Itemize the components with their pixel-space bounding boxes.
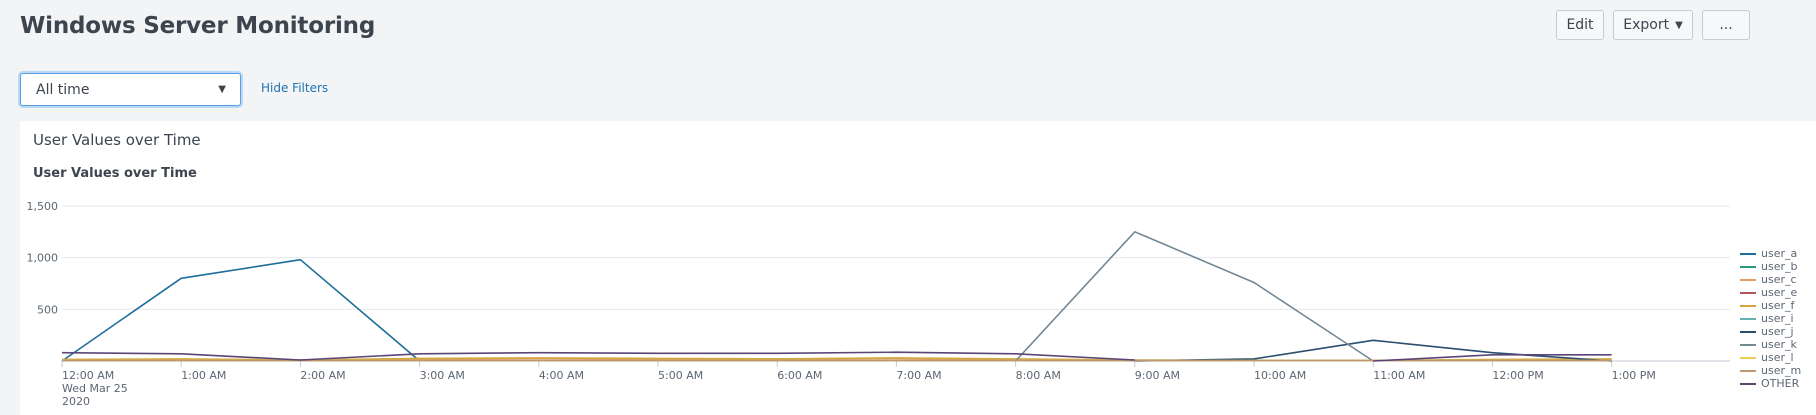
legend-label: user_c — [1761, 273, 1797, 286]
legend-item[interactable]: user_m — [1740, 364, 1816, 377]
x-tick-label: 9:00 AM — [1135, 369, 1180, 382]
legend-swatch — [1740, 317, 1756, 320]
time-range-value: All time — [36, 81, 90, 98]
x-tick-label: 5:00 AM — [658, 369, 703, 382]
dashboard-panel: User Values over Time User Values over T… — [20, 121, 1816, 415]
legend-swatch — [1740, 343, 1756, 346]
caret-down-icon: ▼ — [1675, 19, 1683, 31]
legend-item[interactable]: user_a — [1740, 247, 1816, 260]
legend-item[interactable]: user_i — [1740, 312, 1816, 325]
legend-swatch — [1740, 252, 1756, 255]
legend-label: OTHER — [1761, 377, 1800, 390]
hide-filters-link[interactable]: Hide Filters — [261, 81, 328, 95]
legend-swatch — [1740, 356, 1756, 359]
x-tick-label: 6:00 AM — [777, 369, 822, 382]
x-tick-sublabel: Wed Mar 25 — [62, 382, 128, 395]
series-line-user_j — [1134, 339, 1612, 362]
legend-item[interactable]: user_b — [1740, 260, 1816, 273]
chart-legend: user_a user_b user_c user_e user_f user_i user… — [1740, 247, 1816, 390]
x-tick-label: 8:00 AM — [1016, 369, 1061, 382]
legend-label: user_e — [1761, 286, 1798, 299]
y-tick-label: 1,000 — [27, 252, 59, 265]
legend-item[interactable]: user_j — [1740, 325, 1816, 338]
legend-item[interactable]: user_f — [1740, 299, 1816, 312]
x-tick-label: 1:00 AM — [181, 369, 226, 382]
x-tick-label: 10:00 AM — [1254, 369, 1306, 382]
x-tick-label: 7:00 AM — [896, 369, 941, 382]
x-tick-label: 12:00 PM — [1492, 369, 1543, 382]
legend-label: user_f — [1761, 299, 1795, 312]
time-range-picker[interactable]: All time ▼ — [20, 73, 241, 106]
x-tick-label: 11:00 AM — [1373, 369, 1425, 382]
legend-label: user_j — [1761, 325, 1794, 338]
export-button[interactable]: Export ▼ — [1613, 10, 1693, 40]
legend-swatch — [1740, 304, 1756, 307]
legend-swatch — [1740, 330, 1756, 333]
y-tick-label: 1,500 — [27, 200, 59, 213]
x-tick-label: 2:00 AM — [300, 369, 345, 382]
legend-swatch — [1740, 382, 1756, 385]
legend-item[interactable]: user_c — [1740, 273, 1816, 286]
y-tick-label: 500 — [37, 303, 58, 316]
x-tick-label: 12:00 AM — [62, 369, 114, 382]
legend-swatch — [1740, 369, 1756, 372]
x-tick-label: 1:00 PM — [1612, 369, 1656, 382]
export-label: Export — [1623, 17, 1670, 33]
legend-swatch — [1740, 291, 1756, 294]
legend-item[interactable]: user_k — [1740, 338, 1816, 351]
x-tick-sublabel: 2020 — [62, 395, 90, 408]
edit-button[interactable]: Edit — [1556, 10, 1604, 40]
caret-down-icon: ▼ — [218, 84, 226, 95]
line-chart: 500 1,000 1,500 12:00 AM 1:00 AM 2:00 AM 3:00 … — [27, 200, 1730, 408]
legend-label: user_l — [1761, 351, 1794, 364]
legend-label: user_m — [1761, 364, 1802, 377]
series-line-user_k — [1015, 231, 1374, 362]
legend-swatch — [1740, 265, 1756, 268]
legend-item[interactable]: user_e — [1740, 286, 1816, 299]
legend-label: user_k — [1761, 338, 1797, 351]
legend-label: user_b — [1761, 260, 1798, 273]
legend-label: user_a — [1761, 247, 1798, 260]
legend-swatch — [1740, 278, 1756, 281]
legend-label: user_i — [1761, 312, 1794, 325]
legend-item[interactable]: user_l — [1740, 351, 1816, 364]
series-line-user_a — [61, 258, 421, 362]
more-actions-button[interactable]: ... — [1702, 10, 1750, 40]
page-title: Windows Server Monitoring — [20, 13, 376, 39]
x-tick-label: 3:00 AM — [420, 369, 465, 382]
legend-item[interactable]: OTHER — [1740, 377, 1816, 390]
x-tick-label: 4:00 AM — [539, 369, 584, 382]
